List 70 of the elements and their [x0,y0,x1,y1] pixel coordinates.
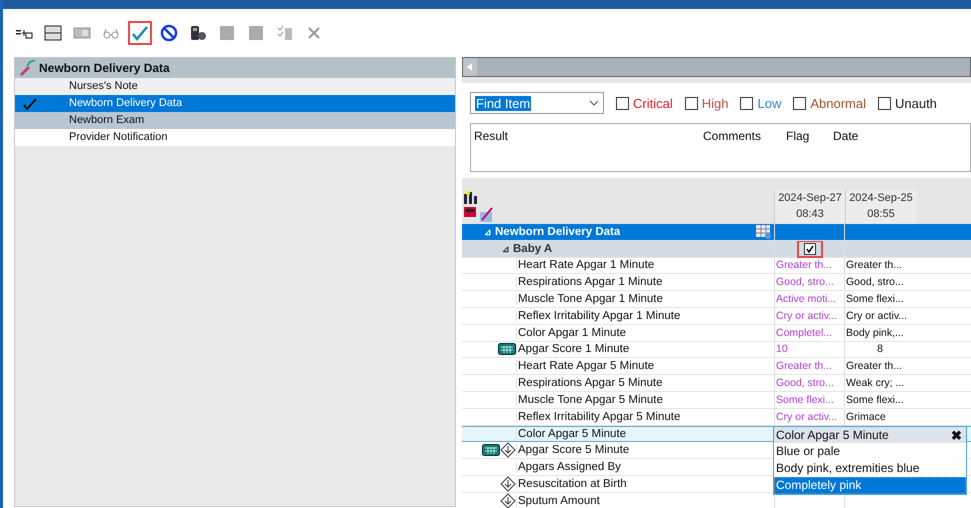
row-label: Respirations Apgar 1 Minute [516,276,774,288]
column-header: Result [473,129,510,143]
row-label: Heart Rate Apgar 1 Minute [516,259,774,272]
row-label: Heart Rate Apgar 5 Minute [516,360,774,372]
pencil-check-icon [18,60,36,76]
result-value[interactable]: Cry or activ... [776,410,838,423]
form-list-item[interactable]: Nurses's Note [15,78,455,95]
result-value[interactable]: 8 [877,343,883,356]
checkbox[interactable] [684,96,698,110]
column-header: Flag [785,129,810,143]
result-value[interactable]: Good, stro... [776,276,834,288]
column-header: Date [832,129,858,143]
row-label: Apgar Score 1 Minute [516,343,774,356]
grid-icon[interactable] [756,225,772,239]
row-label: Reflex Irritability Apgar 1 Minute [516,310,774,322]
result-value[interactable]: Good, stro... [776,377,834,390]
section-title: Newborn Delivery Data [495,226,620,238]
result-value[interactable]: Cry or activ... [776,310,838,322]
result-value[interactable]: 10 [776,343,788,356]
picker-option[interactable]: Completely pink [774,477,966,494]
result-value[interactable]: Body pink,... [846,326,904,339]
picker-option[interactable]: Blue or pale [774,443,966,460]
checkbox[interactable] [740,96,754,110]
filter-label: Unauth [894,96,937,110]
result-value[interactable]: Active moti... [776,293,836,306]
result-value[interactable]: Some flexi... [846,394,904,406]
group-row[interactable]: ⊿ Baby A [462,240,971,258]
collapse-toggle[interactable]: ⊿ [502,244,510,254]
checkmark-icon [23,98,37,110]
result-value[interactable]: Greater th... [776,259,832,272]
filter-label: High [702,96,728,110]
row-label: Reflex Irritability Apgar 5 Minute [516,410,774,423]
date-column-header: 2024-Sep-25 08:55 [845,190,916,224]
checkbox[interactable] [616,96,629,110]
close-button[interactable]: ✖ [951,428,962,442]
result-value[interactable]: Weak cry; ... [846,377,904,390]
section-row[interactable]: ⊿ Newborn Delivery Data [462,224,971,241]
checkbox[interactable] [878,96,891,110]
scrollbar[interactable] [462,57,971,77]
collapse-toggle[interactable]: ⊿ [484,226,492,237]
form-list-item[interactable]: Newborn Delivery Data [15,95,455,112]
row-label: Respirations Apgar 5 Minute [516,377,774,390]
chevron-down-icon [589,100,599,106]
result-value[interactable]: Completel... [776,326,832,339]
date-column-header: 2024-Sep-27 08:43 [774,190,845,224]
result-value[interactable]: Good, stro... [846,276,904,288]
form-list-item[interactable]: Newborn Exam [15,112,455,129]
result-value[interactable]: Greater th... [776,360,832,372]
row-label: Color Apgar 1 Minute [516,326,774,339]
filter-label: Low [757,96,782,110]
checkbox[interactable] [793,96,806,110]
result-value[interactable]: Greater th... [846,360,902,372]
column-header: Comments [702,129,762,143]
form-list-item[interactable]: Provider Notification [15,129,455,146]
result-value[interactable]: Some flexi... [846,293,904,306]
checkbox[interactable] [804,242,816,255]
row-label: Muscle Tone Apgar 1 Minute [516,293,774,306]
result-value[interactable]: Cry or activ... [846,310,908,322]
result-value[interactable]: Grimace [846,410,886,423]
result-value[interactable]: Greater th... [846,259,902,272]
filter-label: Critical [633,96,673,110]
checkmark-icon[interactable] [128,21,152,45]
row-label: Muscle Tone Apgar 5 Minute [516,394,774,406]
result-value[interactable]: Some flexi... [776,394,834,406]
filter-label: Abnormal [810,96,866,110]
picker-title: Color Apgar 5 Minute [776,428,889,442]
panel-title: Newborn Delivery Data [39,61,170,75]
find-item-dropdown[interactable]: Find Item [470,92,604,114]
picker-option[interactable]: Body pink, extremities blue [774,460,966,477]
group-title: Baby A [513,242,552,255]
